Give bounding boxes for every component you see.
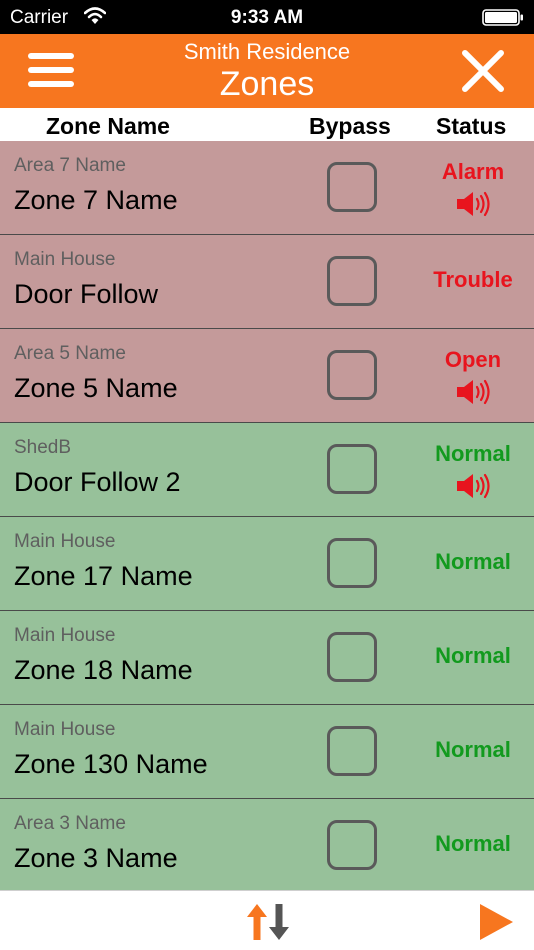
nav-bar: Smith Residence Zones [0, 34, 534, 108]
zone-status: Normal [435, 549, 511, 574]
bypass-checkbox[interactable] [327, 350, 377, 400]
speaker-sound-icon [457, 379, 490, 405]
column-zone-name: Zone Name [46, 113, 170, 139]
zone-name: Zone 130 Name [14, 749, 208, 779]
zone-name: Zone 18 Name [14, 655, 193, 685]
zone-name: Zone 3 Name [14, 843, 178, 873]
bypass-checkbox[interactable] [327, 162, 377, 212]
bypass-checkbox[interactable] [327, 726, 377, 776]
zone-row[interactable]: Area 3 Name Zone 3 Name Normal [0, 799, 534, 893]
zone-status: Open [444, 347, 502, 372]
zone-name: Zone 17 Name [14, 561, 193, 591]
column-bypass: Bypass [309, 113, 391, 139]
zone-area: ShedB [14, 437, 72, 458]
status-bar: Carrier 9:33 AM [0, 0, 534, 34]
bottom-toolbar [0, 890, 534, 950]
zone-name: Door Follow 2 [14, 467, 181, 497]
zone-row[interactable]: ShedB Door Follow 2 Normal [0, 423, 534, 517]
clock: 9:33 AM [230, 7, 304, 28]
speaker-sound-icon [457, 191, 490, 217]
zone-status: Normal [435, 441, 511, 466]
zone-row[interactable]: Area 5 Name Zone 5 Name Open [0, 329, 534, 423]
page-title: Zones [219, 65, 315, 103]
bypass-checkbox[interactable] [327, 538, 377, 588]
bypass-checkbox[interactable] [327, 632, 377, 682]
zone-status: Normal [435, 831, 511, 856]
column-status: Status [436, 113, 507, 139]
zone-area: Main House [14, 249, 116, 270]
zone-area: Main House [14, 625, 116, 646]
zone-name: Zone 7 Name [14, 185, 178, 215]
zone-list: Area 7 Name Zone 7 Name Alarm Main House… [0, 141, 534, 893]
bypass-checkbox[interactable] [327, 256, 377, 306]
zone-area: Main House [14, 719, 116, 740]
zone-row[interactable]: Main House Door Follow Trouble [0, 235, 534, 329]
zone-status: Normal [435, 737, 511, 762]
zone-row[interactable]: Main House Zone 130 Name Normal [0, 705, 534, 799]
battery-icon [482, 9, 523, 26]
zone-row[interactable]: Main House Zone 17 Name Normal [0, 517, 534, 611]
zone-row[interactable]: Area 7 Name Zone 7 Name Alarm [0, 141, 534, 235]
zone-name: Zone 5 Name [14, 373, 178, 403]
zone-status: Alarm [441, 159, 505, 184]
play-triangle-icon[interactable] [478, 903, 514, 941]
bypass-checkbox[interactable] [327, 820, 377, 870]
speaker-sound-icon [457, 473, 490, 499]
zone-name: Door Follow [14, 279, 159, 309]
zone-area: Area 7 Name [14, 155, 126, 176]
residence-name: Smith Residence [183, 39, 351, 64]
sort-up-down-arrows-icon[interactable] [246, 903, 290, 941]
zone-row[interactable]: Main House Zone 18 Name Normal [0, 611, 534, 705]
column-header: Zone Name Bypass Status [0, 108, 534, 141]
zone-area: Area 5 Name [14, 343, 126, 364]
zone-area: Main House [14, 531, 116, 552]
zone-status: Normal [435, 643, 511, 668]
zone-status: Trouble [433, 267, 513, 292]
zone-area: Area 3 Name [14, 813, 126, 834]
close-x-icon[interactable] [460, 48, 506, 94]
bypass-checkbox[interactable] [327, 444, 377, 494]
